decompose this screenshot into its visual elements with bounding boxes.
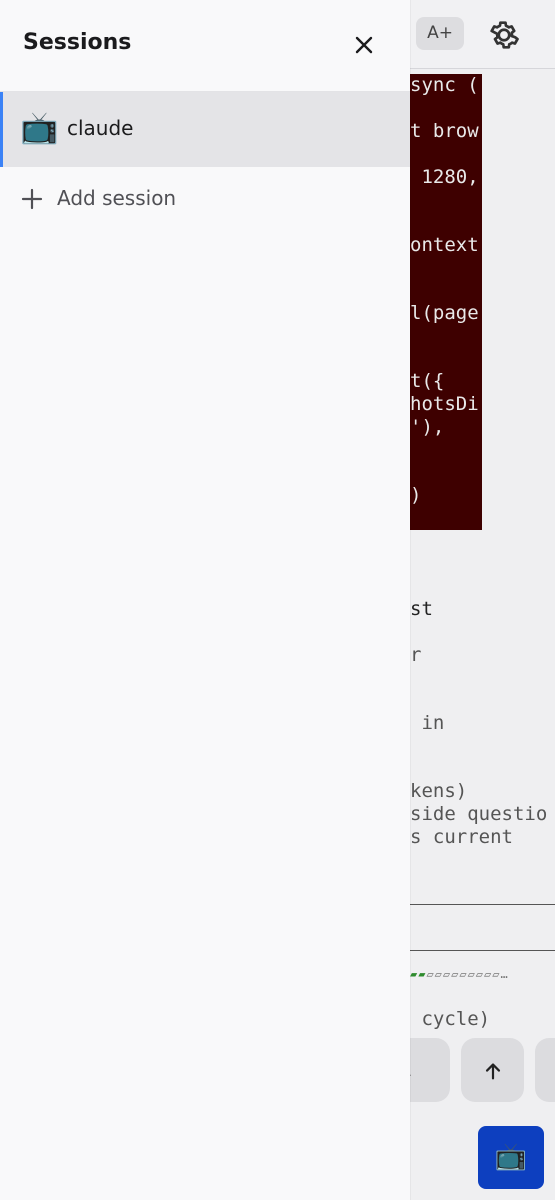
extra-key-button[interactable] (535, 1038, 555, 1102)
code-line: t({ (410, 370, 445, 392)
terminal-line: s current (410, 826, 513, 848)
add-session-label: Add session (57, 186, 177, 210)
code-line: l(page (410, 302, 479, 324)
terminal-line: cycle) (410, 1008, 491, 1030)
tv-icon: 📺 (20, 110, 59, 146)
close-drawer-button[interactable] (348, 29, 380, 61)
add-session-button[interactable]: Add session (0, 170, 410, 228)
arrow-up-key-button[interactable] (461, 1038, 524, 1102)
code-line: '), (410, 416, 445, 438)
code-line: 1280, (410, 166, 479, 188)
divider (410, 904, 555, 905)
code-line: t brow (410, 120, 479, 142)
code-line: ) (410, 484, 422, 506)
divider (410, 950, 555, 951)
terminal-line: st (410, 598, 433, 620)
session-label: claude (67, 116, 134, 140)
drawer-header: Sessions (0, 0, 410, 92)
close-icon (355, 36, 373, 54)
arrow-up-icon (485, 1062, 500, 1079)
sessions-drawer: Sessions 📺 claude Add session (0, 0, 410, 1200)
code-line: hotsDi (410, 393, 479, 415)
session-switcher-button[interactable]: 📺 (478, 1126, 544, 1189)
context-progress-bar: ▰▰▱▱▱▱▱▱▱▱▱… (410, 967, 509, 981)
code-line: sync ( (410, 74, 479, 96)
terminal-line: in (410, 712, 445, 734)
session-item-claude[interactable]: 📺 claude (0, 92, 410, 167)
code-line: ontext (410, 234, 479, 256)
plus-icon (21, 188, 43, 210)
terminal-line: kens) (410, 780, 468, 802)
gear-icon (490, 21, 519, 49)
tv-icon: 📺 (494, 1142, 528, 1172)
app-root: A+ sync ( t brow 1280, ontext l(page t({… (0, 0, 555, 1200)
terminal-line: side questio (410, 803, 548, 825)
font-size-increase-button[interactable]: A+ (416, 17, 464, 50)
settings-button[interactable] (486, 17, 522, 53)
terminal-line: r (410, 644, 422, 666)
drawer-title: Sessions (23, 30, 132, 55)
